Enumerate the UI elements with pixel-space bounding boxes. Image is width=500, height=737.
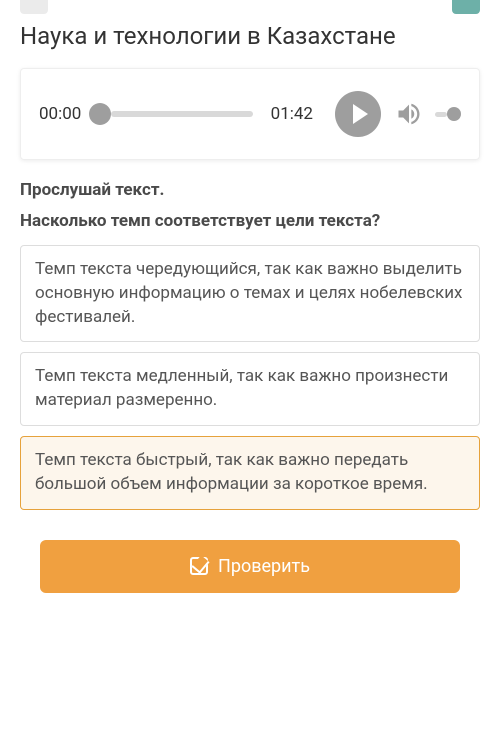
answer-option[interactable]: Темп текста быстрый, так как важно перед… xyxy=(20,436,480,510)
page-title: Наука и технологии в Казахстане xyxy=(0,14,500,68)
answer-option[interactable]: Темп текста медленный, так как важно про… xyxy=(20,352,480,426)
instruction-text: Прослушай текст. xyxy=(20,180,480,200)
top-left-tab[interactable] xyxy=(20,0,48,14)
play-button[interactable] xyxy=(335,91,381,137)
check-button[interactable]: Проверить xyxy=(40,540,460,593)
volume-bar[interactable] xyxy=(435,112,447,117)
play-icon xyxy=(353,104,368,124)
seek-track[interactable] xyxy=(89,103,252,125)
top-right-tab[interactable] xyxy=(452,0,480,14)
volume-track[interactable] xyxy=(435,107,461,121)
question-text: Насколько темп соответствует цели текста… xyxy=(20,210,480,233)
audio-player: 00:00 01:42 xyxy=(20,68,480,160)
answer-option[interactable]: Темп текста чередующийся, так как важно … xyxy=(20,245,480,342)
current-time: 00:00 xyxy=(39,104,81,124)
check-button-label: Проверить xyxy=(218,556,310,577)
seek-thumb[interactable] xyxy=(89,103,111,125)
check-icon xyxy=(190,557,208,575)
seek-bar[interactable] xyxy=(111,111,252,117)
duration-time: 01:42 xyxy=(271,104,313,124)
volume-icon[interactable] xyxy=(395,100,423,128)
volume-thumb[interactable] xyxy=(447,107,461,121)
